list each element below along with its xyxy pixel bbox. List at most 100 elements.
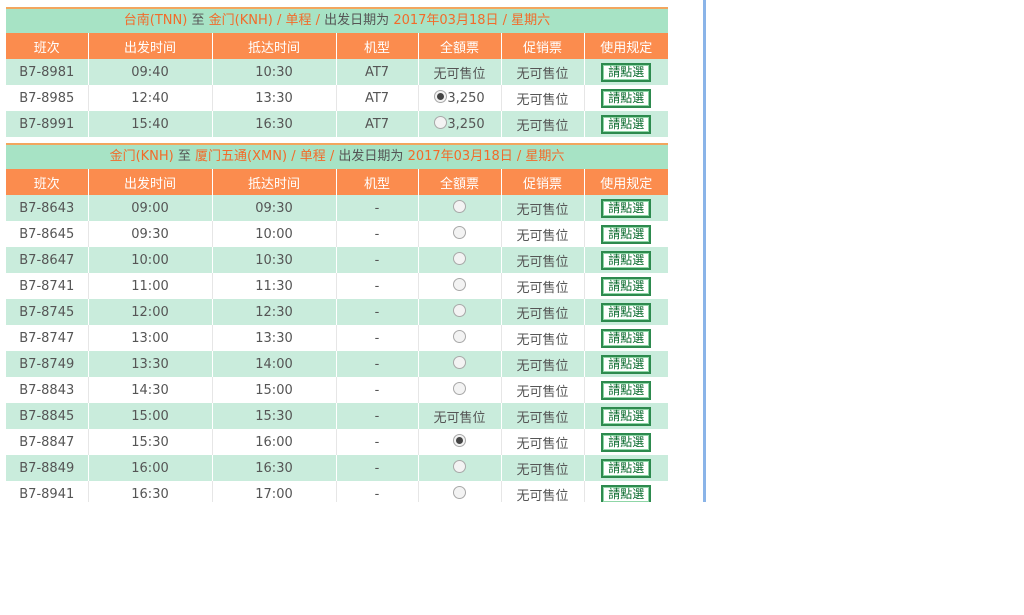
view-rules-button[interactable]: 請點選: [601, 250, 652, 270]
departure-time: 09:00: [88, 195, 213, 221]
full-fare-cell[interactable]: 3,250: [418, 85, 502, 111]
full-fare-cell: 无可售位: [418, 403, 502, 429]
arrival-time: 11:30: [212, 273, 337, 299]
full-fare-value: 3,250: [447, 90, 485, 106]
col-header-promo-fare: 促销票: [501, 169, 585, 195]
route-date-label: 出发日期为: [324, 13, 390, 28]
full-fare-radio[interactable]: [453, 303, 466, 317]
view-rules-button[interactable]: 請點選: [601, 224, 652, 244]
view-rules-button[interactable]: 請點選: [601, 484, 652, 502]
route-dest: 厦门五通(XMN): [195, 149, 288, 164]
promo-fare-value: 无可售位: [501, 481, 585, 502]
view-rules-button[interactable]: 請點選: [601, 458, 652, 478]
route-date: 2017年03月18日: [393, 13, 499, 28]
route-date: 2017年03月18日: [407, 149, 513, 164]
aircraft-type: -: [336, 351, 419, 377]
view-rules-button[interactable]: 請點選: [601, 88, 652, 108]
departure-time: 14:30: [88, 377, 213, 403]
route-slash: /: [291, 149, 296, 164]
full-fare-cell[interactable]: [418, 377, 502, 403]
departure-time: 12:00: [88, 299, 213, 325]
full-fare-radio[interactable]: [453, 485, 466, 499]
flight-number: B7-8747: [6, 325, 89, 351]
full-fare-cell[interactable]: [418, 221, 502, 247]
full-fare-radio[interactable]: [453, 277, 466, 291]
full-fare-cell[interactable]: [418, 429, 502, 455]
aircraft-type: -: [336, 481, 419, 502]
aircraft-type: -: [336, 429, 419, 455]
full-fare-cell[interactable]: [418, 351, 502, 377]
view-rules-button[interactable]: 請點選: [601, 276, 652, 296]
route-slash: /: [276, 13, 282, 28]
promo-fare-value: 无可售位: [501, 429, 585, 455]
full-fare-radio[interactable]: [434, 115, 448, 129]
flight-row: B7-8847 15:30 16:00- 无可售位 請點選: [6, 429, 668, 455]
full-fare-cell[interactable]: [418, 299, 502, 325]
flight-number: B7-8749: [6, 351, 89, 377]
rules-cell: 請點選: [584, 377, 668, 403]
full-fare-radio[interactable]: [434, 89, 448, 103]
flight-row: B7-8749 13:30 14:00- 无可售位 請點選: [6, 351, 668, 377]
col-header-arrival: 抵达时间: [212, 33, 337, 59]
departure-time: 13:30: [88, 351, 213, 377]
view-rules-button[interactable]: 請點選: [601, 354, 652, 374]
route-date-label: 出发日期为: [338, 149, 404, 164]
promo-fare-value: 无可售位: [501, 195, 585, 221]
full-fare-cell[interactable]: [418, 273, 502, 299]
promo-fare-value: 无可售位: [501, 351, 585, 377]
full-fare-cell[interactable]: [418, 455, 502, 481]
route-origin: 台南(TNN): [123, 13, 188, 28]
full-fare-radio[interactable]: [453, 225, 466, 239]
departure-time: 15:40: [88, 111, 213, 137]
segment-outbound: 台南(TNN) 至 金门(KNH) / 单程 / 出发日期为 2017年03月1…: [6, 7, 668, 137]
full-fare-radio[interactable]: [453, 251, 466, 265]
flight-number: B7-8647: [6, 247, 89, 273]
arrival-time: 10:30: [212, 59, 337, 85]
aircraft-type: -: [336, 403, 419, 429]
col-header-aircraft: 机型: [336, 33, 419, 59]
full-fare-radio[interactable]: [453, 355, 466, 369]
full-fare-cell[interactable]: [418, 195, 502, 221]
full-fare-radio[interactable]: [453, 459, 466, 473]
view-rules-button[interactable]: 請點選: [601, 328, 652, 348]
departure-time: 16:00: [88, 455, 213, 481]
table-header-row: 班次 出发时间 抵达时间 机型 全額票 促销票 使用规定: [6, 33, 668, 59]
flight-row: B7-8647 10:00 10:30- 无可售位 請點選: [6, 247, 668, 273]
full-fare-cell[interactable]: [418, 481, 502, 502]
view-rules-button[interactable]: 請點選: [601, 62, 652, 82]
col-header-aircraft: 机型: [336, 169, 419, 195]
route-slash: /: [329, 149, 335, 164]
full-fare-radio[interactable]: [453, 381, 466, 395]
view-rules-button[interactable]: 請點選: [601, 302, 652, 322]
col-header-departure: 出发时间: [88, 169, 213, 195]
arrival-time: 17:00: [212, 481, 337, 502]
col-header-rules: 使用规定: [584, 169, 668, 195]
view-rules-button[interactable]: 請點選: [601, 198, 652, 218]
view-rules-button[interactable]: 請點選: [601, 406, 652, 426]
view-rules-button[interactable]: 請點選: [601, 114, 652, 134]
col-header-flight: 班次: [6, 169, 89, 195]
segment-connecting: 金门(KNH) 至 厦门五通(XMN) / 单程 / 出发日期为 2017年03…: [6, 143, 668, 502]
view-rules-button[interactable]: 請點選: [601, 432, 652, 452]
full-fare-cell[interactable]: [418, 247, 502, 273]
full-fare-radio[interactable]: [453, 329, 466, 343]
full-fare-radio[interactable]: [453, 433, 466, 447]
departure-time: 10:00: [88, 247, 213, 273]
aircraft-type: -: [336, 299, 419, 325]
rules-cell: 請點選: [584, 299, 668, 325]
full-fare-cell[interactable]: 3,250: [418, 111, 502, 137]
col-header-promo-fare: 促销票: [501, 33, 585, 59]
flight-number: B7-8847: [6, 429, 89, 455]
full-fare-radio[interactable]: [453, 199, 466, 213]
flight-number: B7-8741: [6, 273, 89, 299]
flight-row: B7-8985 12:40 13:30 AT7 3,250 无可售位 請點選: [6, 85, 668, 111]
promo-fare-value: 无可售位: [501, 59, 585, 85]
flight-row: B7-8747 13:00 13:30- 无可售位 請點選: [6, 325, 668, 351]
aircraft-type: -: [336, 455, 419, 481]
rules-cell: 請點選: [584, 221, 668, 247]
rules-cell: 請點選: [584, 111, 668, 137]
full-fare-cell[interactable]: [418, 325, 502, 351]
view-rules-button[interactable]: 請點選: [601, 380, 652, 400]
arrival-time: 10:00: [212, 221, 337, 247]
flight-table: 班次 出发时间 抵达时间 机型 全額票 促销票 使用规定 B7-8643 09:0…: [6, 169, 668, 502]
